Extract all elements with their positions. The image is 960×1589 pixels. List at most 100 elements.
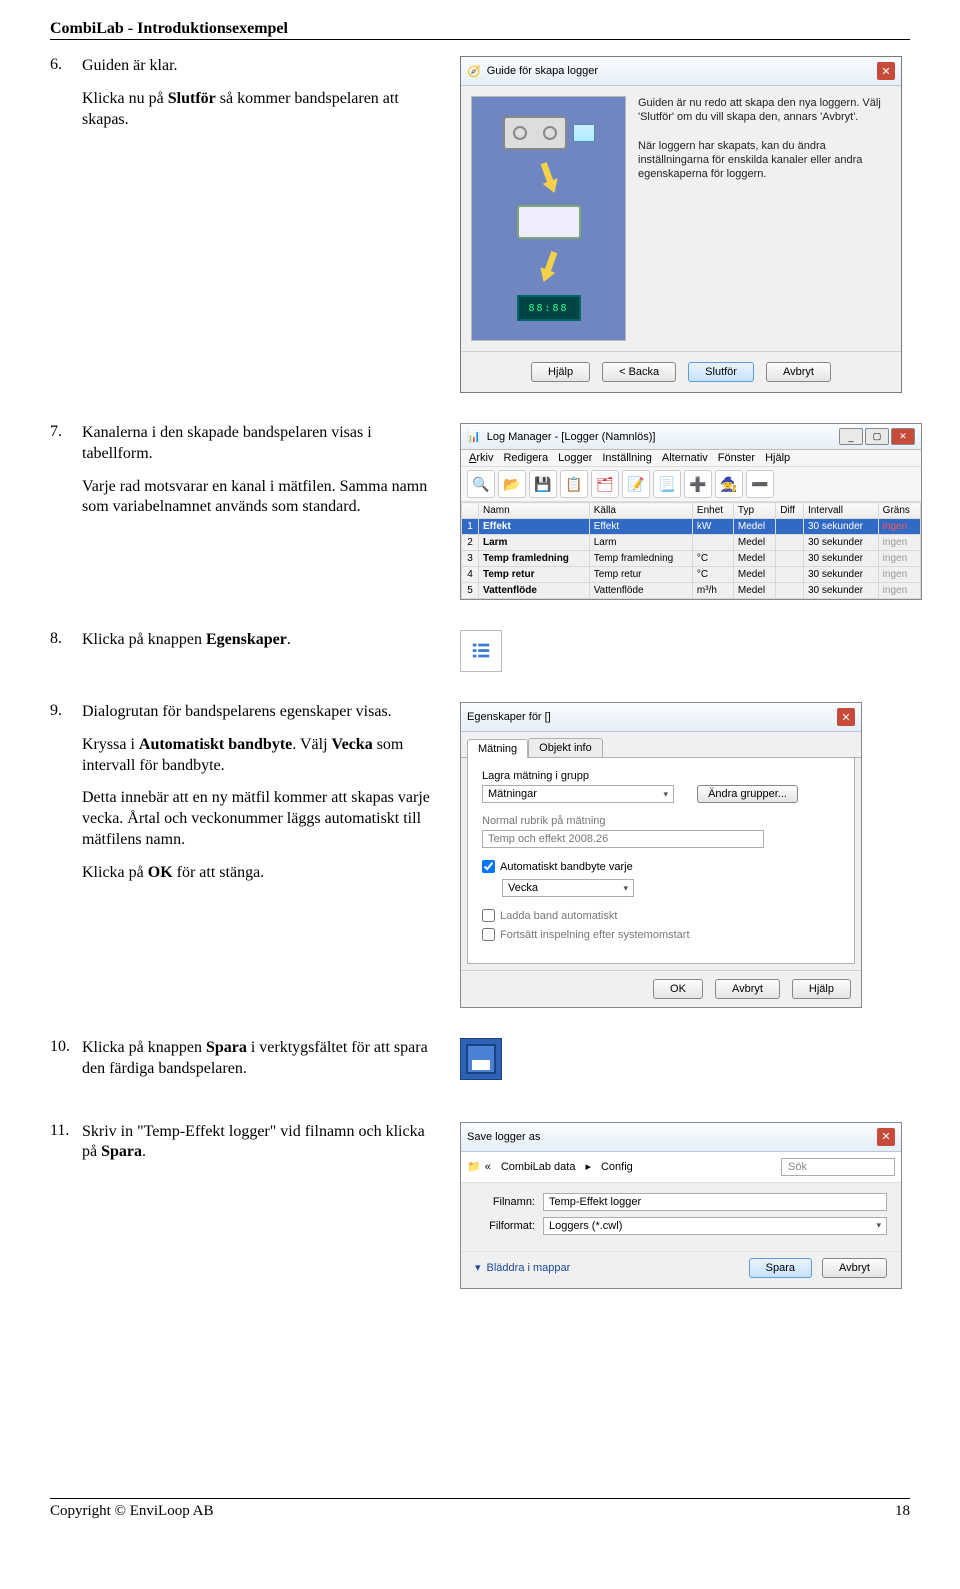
- save-button[interactable]: Spara: [749, 1258, 812, 1278]
- close-icon[interactable]: ✕: [837, 708, 855, 726]
- breadcrumb[interactable]: CombiLab data: [495, 1159, 582, 1175]
- step-number: 10.: [50, 1038, 72, 1092]
- cell-enhet: [692, 535, 733, 551]
- properties-button-icon: [460, 630, 502, 672]
- cell-intervall: 30 sekunder: [803, 551, 878, 567]
- cell-intervall: 30 sekunder: [803, 519, 878, 535]
- cell-grans: ingen: [878, 583, 920, 599]
- col-namn[interactable]: Namn: [478, 503, 589, 519]
- search-icon[interactable]: 🔍: [467, 470, 495, 498]
- continue-checkbox[interactable]: [482, 928, 495, 941]
- cell-enhet: kW: [692, 519, 733, 535]
- table-row[interactable]: 2LarmLarmMedel30 sekunderingen: [462, 535, 921, 551]
- step-10: 10. Klicka på knappen Spara i verktygsfä…: [50, 1038, 910, 1092]
- toolbar: 🔍 📂 💾 📋 🗂 📝 📃 ➕ 🧙 ➖: [461, 467, 921, 502]
- footer-page-number: 18: [895, 1503, 910, 1520]
- cell-typ: Medel: [733, 567, 775, 583]
- close-icon[interactable]: ✕: [877, 62, 895, 80]
- table-icon: [573, 124, 595, 142]
- back-button[interactable]: < Backa: [602, 362, 676, 382]
- tab-objektinfo[interactable]: Objekt info: [528, 738, 603, 757]
- close-icon[interactable]: ✕: [891, 428, 915, 445]
- rubrik-field[interactable]: Temp och effekt 2008.26: [482, 830, 764, 848]
- auto-bandbyte-checkbox[interactable]: [482, 860, 495, 873]
- fileformat-select[interactable]: Loggers (*.cwl): [543, 1217, 887, 1235]
- step-number: 8.: [50, 630, 72, 663]
- col-enhet[interactable]: Enhet: [692, 503, 733, 519]
- step-11: 11. Skriv in "Temp-Effekt logger" vid fi…: [50, 1122, 910, 1289]
- menu-logger[interactable]: Logger: [558, 452, 592, 464]
- help-button[interactable]: Hjälp: [531, 362, 590, 382]
- interval-select[interactable]: Vecka: [502, 879, 634, 897]
- change-groups-button[interactable]: Ändra grupper...: [697, 785, 798, 803]
- wizard-icon[interactable]: 🧙: [715, 470, 743, 498]
- step-text: Klicka nu på Slutför så kommer bandspela…: [82, 89, 430, 131]
- cell-grans: ingen: [878, 535, 920, 551]
- wizard-icon: 🧭: [467, 65, 481, 78]
- browse-folders-expander[interactable]: ▾ Bläddra i mappar: [475, 1261, 570, 1274]
- col-kalla[interactable]: Källa: [589, 503, 692, 519]
- cancel-button[interactable]: Avbryt: [715, 979, 780, 999]
- cell-kalla: Vattenflöde: [589, 583, 692, 599]
- help-button[interactable]: Hjälp: [792, 979, 851, 999]
- table-row[interactable]: 3Temp framledningTemp framledning°CMedel…: [462, 551, 921, 567]
- continue-label: Fortsätt inspelning efter systemomstart: [500, 929, 690, 941]
- cell-enhet: °C: [692, 551, 733, 567]
- save-icon[interactable]: 💾: [529, 470, 557, 498]
- wizard-text: Guiden är nu redo att skapa den nya logg…: [638, 96, 891, 125]
- minimize-icon[interactable]: _: [839, 428, 863, 445]
- properties-icon[interactable]: 📋: [560, 470, 588, 498]
- cell-diff: [776, 583, 804, 599]
- finish-button[interactable]: Slutför: [688, 362, 754, 382]
- cancel-button[interactable]: Avbryt: [822, 1258, 887, 1278]
- col-grans[interactable]: Gräns: [878, 503, 920, 519]
- chevron-right-icon: ▸: [585, 1160, 591, 1173]
- step-text: Kryssa i Automatiskt bandbyte. Välj Veck…: [82, 735, 430, 777]
- open-icon[interactable]: 📂: [498, 470, 526, 498]
- menu-fonster[interactable]: Fönster: [718, 452, 755, 464]
- edit-icon[interactable]: 📝: [622, 470, 650, 498]
- list-icon: [470, 640, 492, 662]
- table-icon[interactable]: 🗂: [591, 470, 619, 498]
- crumb-sep: «: [485, 1161, 491, 1173]
- cell-num: 4: [462, 567, 479, 583]
- col-typ[interactable]: Typ: [733, 503, 775, 519]
- cell-namn: Larm: [478, 535, 589, 551]
- add-icon[interactable]: ➕: [684, 470, 712, 498]
- cassette-icon: [503, 116, 567, 150]
- menu-hjalp[interactable]: Hjälp: [765, 452, 790, 464]
- col-num[interactable]: [462, 503, 479, 519]
- table-row[interactable]: 1EffektEffektkWMedel30 sekunderingen: [462, 519, 921, 535]
- cancel-button[interactable]: Avbryt: [766, 362, 831, 382]
- menu-redigera[interactable]: Redigera: [503, 452, 548, 464]
- menu-bar: Arkiv Redigera Logger Inställning Altern…: [461, 450, 921, 467]
- step-text: Klicka på OK för att stänga.: [82, 863, 430, 884]
- table-row[interactable]: 4Temp returTemp retur°CMedel30 sekunderi…: [462, 567, 921, 583]
- list-icon[interactable]: 📃: [653, 470, 681, 498]
- cell-diff: [776, 551, 804, 567]
- step-number: 6.: [50, 56, 72, 142]
- close-icon[interactable]: ✕: [877, 1128, 895, 1146]
- col-diff[interactable]: Diff: [776, 503, 804, 519]
- col-intervall[interactable]: Intervall: [803, 503, 878, 519]
- maximize-icon[interactable]: ▢: [865, 428, 889, 445]
- menu-alternativ[interactable]: Alternativ: [662, 452, 708, 464]
- remove-icon[interactable]: ➖: [746, 470, 774, 498]
- table-row[interactable]: 5VattenflödeVattenflödem³/hMedel30 sekun…: [462, 583, 921, 599]
- cell-intervall: 30 sekunder: [803, 583, 878, 599]
- cell-num: 3: [462, 551, 479, 567]
- breadcrumb[interactable]: Config: [595, 1159, 639, 1175]
- load-auto-checkbox[interactable]: [482, 909, 495, 922]
- menu-arkiv[interactable]: Arkiv: [469, 452, 493, 464]
- tab-matning[interactable]: Mätning: [467, 739, 528, 758]
- filename-input[interactable]: Temp-Effekt logger: [543, 1193, 887, 1211]
- cell-typ: Medel: [733, 551, 775, 567]
- store-group-select[interactable]: Mätningar: [482, 785, 674, 803]
- wizard-illustration: 88:88: [471, 96, 626, 341]
- search-input[interactable]: Sök: [781, 1158, 895, 1176]
- dialog-title: Save logger as: [467, 1131, 871, 1143]
- menu-installning[interactable]: Inställning: [602, 452, 652, 464]
- step-text: Dialogrutan för bandspelarens egenskaper…: [82, 702, 430, 723]
- cell-namn: Vattenflöde: [478, 583, 589, 599]
- ok-button[interactable]: OK: [653, 979, 703, 999]
